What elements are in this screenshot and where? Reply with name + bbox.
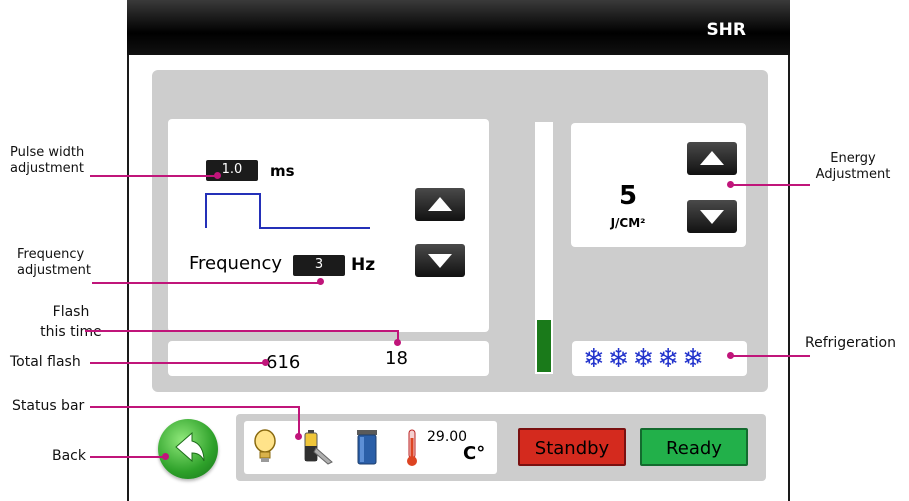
back-button[interactable]: [158, 419, 218, 479]
pulse-width-value[interactable]: 1.0: [206, 160, 258, 181]
snowflake-icon: ❄: [607, 344, 630, 374]
callout-back: Back: [52, 448, 86, 464]
temperature-unit: C°: [463, 443, 486, 464]
callout-line: [730, 184, 810, 186]
callout-dot: [394, 339, 401, 346]
arrow-down-icon: [428, 254, 452, 268]
callout-line: [90, 175, 218, 177]
callout-line: [90, 406, 300, 408]
frequency-label: Frequency: [189, 253, 282, 274]
snowflake-icon: ❄: [682, 344, 704, 374]
energy-increase-button[interactable]: [687, 142, 737, 175]
callout-energy: Energy Adjustment: [815, 151, 891, 182]
ready-button[interactable]: Ready: [640, 428, 748, 466]
water-tank-icon: [357, 430, 377, 465]
counters-box: [168, 341, 489, 376]
callout-dot: [295, 433, 302, 440]
arrow-down-icon: [700, 210, 724, 224]
callout-total-flash: Total flash: [10, 354, 81, 370]
lightbulb-icon: [254, 429, 276, 462]
energy-value: 5: [618, 181, 638, 211]
snowflake-icon: ❄: [632, 344, 655, 374]
callout-flash-this-time: Flash this time: [40, 304, 102, 340]
thermometer-icon: [407, 429, 417, 466]
callout-dot: [317, 278, 324, 285]
callout-line: [90, 456, 166, 458]
pulse-decrease-button[interactable]: [415, 244, 465, 277]
callout-refrigeration: Refrigeration: [805, 335, 896, 351]
energy-unit: J/CM²: [610, 216, 646, 230]
window-title: SHR: [706, 20, 746, 40]
arrow-up-icon: [700, 151, 724, 165]
refrigeration-level: ❄ ❄ ❄ ❄ ❄: [583, 344, 738, 374]
frequency-unit: Hz: [351, 255, 376, 275]
callout-line: [90, 362, 266, 364]
pulse-width-unit: ms: [270, 162, 295, 180]
callout-status-bar: Status bar: [12, 398, 85, 414]
callout-line: [298, 406, 300, 436]
standby-button[interactable]: Standby: [518, 428, 626, 466]
pulse-waveform: [205, 193, 370, 229]
temperature-value: 29.00: [427, 429, 468, 445]
callout-line: [92, 282, 322, 284]
back-arrow-icon: [175, 431, 205, 463]
pulse-increase-button[interactable]: [415, 188, 465, 221]
callout-pulse-width: Pulse width adjustment: [10, 145, 85, 176]
callout-dot: [262, 359, 269, 366]
title-bar: SHR: [127, 0, 790, 55]
frequency-value[interactable]: 3: [293, 255, 345, 276]
snowflake-icon: ❄: [657, 344, 680, 374]
arrow-up-icon: [428, 197, 452, 211]
energy-level-bar: [535, 122, 553, 374]
snowflake-icon: ❄: [583, 344, 605, 374]
callout-line: [730, 355, 810, 357]
callout-dot: [727, 352, 734, 359]
callout-line: [85, 330, 398, 332]
energy-level-fill: [537, 320, 551, 372]
callout-dot: [162, 453, 169, 460]
total-flash-value: 616: [266, 352, 301, 373]
callout-dot: [214, 172, 221, 179]
callout-frequency: Frequency adjustment: [17, 247, 91, 278]
battery-icon: [304, 430, 333, 465]
flash-this-time-value: 18: [385, 348, 408, 369]
callout-dot: [727, 181, 734, 188]
energy-decrease-button[interactable]: [687, 200, 737, 233]
